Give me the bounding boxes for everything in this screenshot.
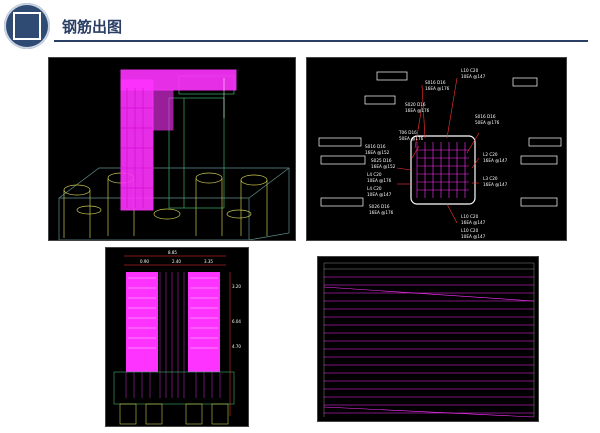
- section-label: L4 C20: [367, 186, 382, 191]
- section-label: L10 C20: [461, 214, 479, 219]
- section-label-sub: 10EA @147: [367, 192, 392, 197]
- section-label: S016 D16: [475, 114, 496, 119]
- section-label: L10 C20: [461, 228, 479, 233]
- rebar-elevation-view: 8.85 0.90 2.40 3.35 3.20 6.04 4.70: [113, 250, 241, 425]
- section-label: L4 C20: [367, 172, 382, 177]
- page-title: 钢筋出图: [62, 18, 123, 36]
- section-label-sub: 16EA @176: [369, 210, 394, 215]
- section-label-sub: 10EA @176: [367, 178, 392, 183]
- rebar-section-panel[interactable]: L10 C20 10EA @147 S016 D16 16EA @176 S02…: [306, 57, 567, 241]
- section-label: T06 D16: [398, 130, 417, 135]
- page-header: 钢筋出图: [0, 0, 600, 52]
- section-label: S016 D16: [365, 144, 386, 149]
- rebar-3d-view-icon: [58, 69, 290, 240]
- dim-top-right: 3.35: [204, 259, 213, 264]
- dim-side-3: 4.70: [232, 344, 241, 349]
- section-label-sub: 16EA @176: [405, 108, 430, 113]
- dim-top-left: 0.90: [140, 259, 149, 264]
- section-label: S020 D16: [405, 102, 426, 107]
- section-label: S016 D16: [425, 80, 446, 85]
- rebar-3d-view-panel[interactable]: [48, 57, 296, 241]
- header-rule: [54, 40, 588, 42]
- section-label: L10 C20: [461, 68, 479, 73]
- rebar-elevation-panel[interactable]: 8.85 0.90 2.40 3.35 3.20 6.04 4.70: [105, 247, 249, 427]
- section-label: L2 C20: [483, 152, 498, 157]
- section-label-sub: 16EA @147: [483, 158, 508, 163]
- section-label: S026 D16: [369, 204, 390, 209]
- rebar-plan-view: [323, 262, 535, 418]
- section-label-sub: 16EA @152: [365, 150, 390, 155]
- section-label-sub: 16EA @152: [371, 164, 396, 169]
- rebar-section-view: L10 C20 10EA @147 S016 D16 16EA @176 S02…: [318, 68, 562, 239]
- building-emblem-icon: [4, 3, 50, 49]
- section-label: S025 D16: [371, 158, 392, 163]
- section-label: L3 C20: [483, 176, 498, 181]
- section-label-sub: 16EA @147: [461, 220, 486, 225]
- section-label-sub: 50EA @176: [399, 136, 424, 141]
- section-label-sub: 50EA @176: [475, 120, 500, 125]
- dim-side-2: 6.04: [232, 319, 241, 324]
- section-label-sub: 10EA @147: [461, 234, 486, 239]
- section-label-sub: 16EA @147: [483, 182, 508, 187]
- dim-overall: 8.85: [168, 250, 177, 255]
- section-label-sub: 10EA @147: [461, 74, 486, 79]
- section-label-sub: 16EA @176: [425, 86, 450, 91]
- dim-side-1: 3.20: [232, 284, 241, 289]
- dim-top-mid: 2.40: [172, 259, 181, 264]
- rebar-plan-panel[interactable]: [317, 256, 539, 422]
